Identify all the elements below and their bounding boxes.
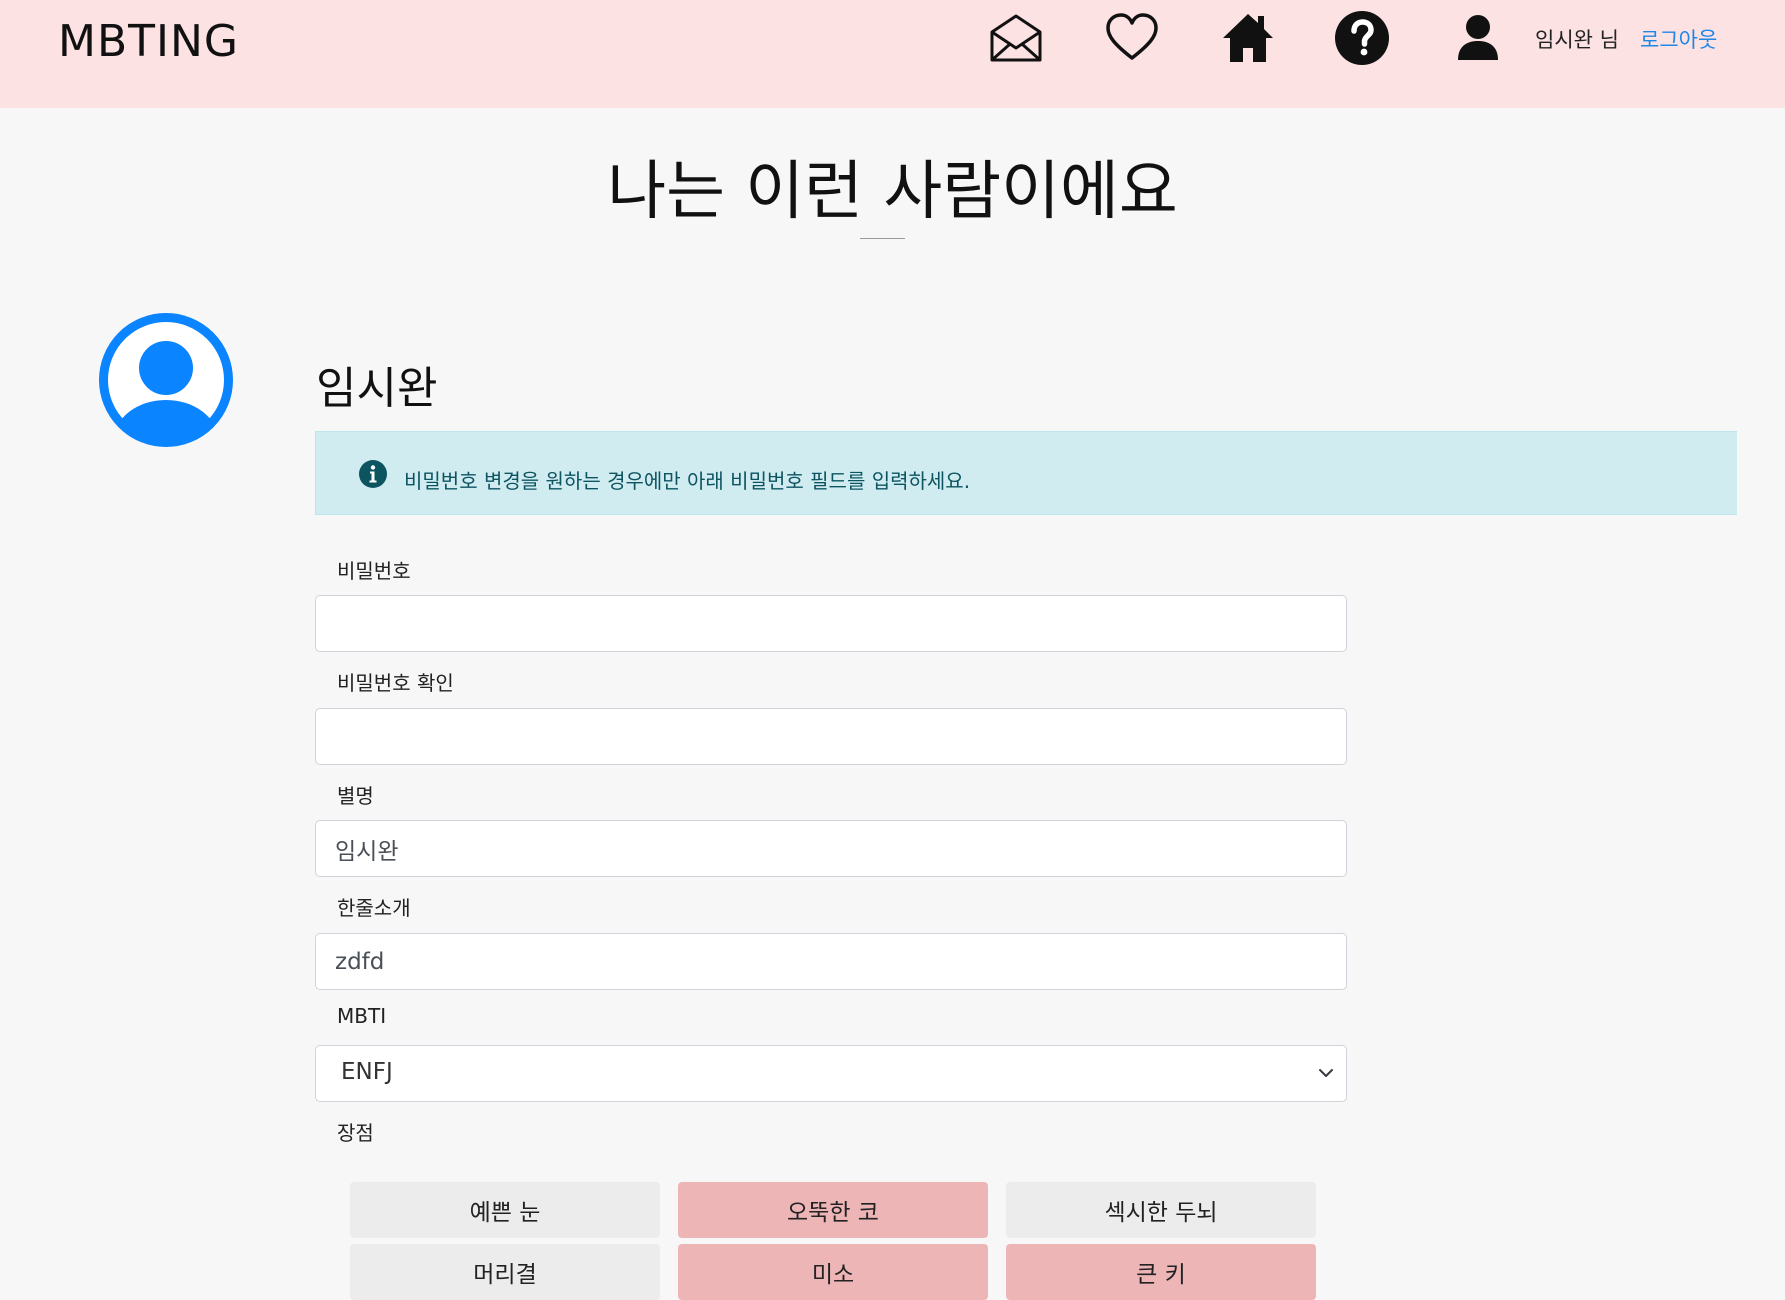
title-divider <box>860 238 905 239</box>
info-circle-icon <box>358 459 388 489</box>
brand-logo[interactable]: MBTING <box>58 16 239 67</box>
page-title: 나는 이런 사람이에요 <box>607 155 1178 229</box>
strength-chip[interactable]: 오뚝한 코 <box>678 1182 988 1238</box>
chevron-down-icon <box>1318 1065 1334 1081</box>
intro-label: 한줄소개 <box>337 896 411 920</box>
password-confirm-input[interactable] <box>315 708 1347 765</box>
password-confirm-label: 비밀번호 확인 <box>337 671 454 695</box>
strength-chip[interactable]: 머리결 <box>350 1244 660 1300</box>
profile-name: 임시완 <box>316 363 438 414</box>
top-navbar: MBTING 임시완 님 로그아웃 <box>0 0 1785 108</box>
profile-avatar-icon <box>98 312 234 448</box>
strength-chip[interactable]: 큰 키 <box>1006 1244 1316 1300</box>
help-question-icon[interactable] <box>1334 10 1390 66</box>
strength-chip-label: 머리결 <box>473 1262 537 1288</box>
alert-message: 비밀번호 변경을 원하는 경우에만 아래 비밀번호 필드를 입력하세요. <box>404 469 971 493</box>
envelope-open-icon[interactable] <box>988 10 1044 66</box>
mbti-selected-value: ENFJ <box>341 1059 393 1085</box>
password-input[interactable] <box>315 595 1347 652</box>
strength-chip[interactable]: 예쁜 눈 <box>350 1182 660 1238</box>
logged-in-user-name: 임시완 님 <box>1535 28 1619 52</box>
password-label: 비밀번호 <box>337 559 411 583</box>
mbti-label: MBTI <box>337 1004 387 1028</box>
nickname-label: 별명 <box>337 784 374 808</box>
strength-chip-label: 오뚝한 코 <box>787 1200 879 1226</box>
nickname-input[interactable] <box>315 820 1347 877</box>
strength-chip[interactable]: 미소 <box>678 1244 988 1300</box>
mbti-select[interactable]: ENFJ <box>315 1045 1347 1102</box>
heart-icon[interactable] <box>1104 10 1160 66</box>
strength-chip-label: 섹시한 두뇌 <box>1104 1200 1218 1226</box>
strength-chip[interactable]: 섹시한 두뇌 <box>1006 1182 1316 1238</box>
strengths-label: 장점 <box>337 1121 374 1145</box>
strength-chip-label: 큰 키 <box>1136 1262 1186 1288</box>
password-info-alert: 비밀번호 변경을 원하는 경우에만 아래 비밀번호 필드를 입력하세요. <box>315 431 1737 515</box>
intro-input[interactable] <box>315 933 1347 990</box>
logout-link[interactable]: 로그아웃 <box>1640 24 1717 54</box>
user-icon[interactable] <box>1450 10 1506 66</box>
home-icon[interactable] <box>1220 10 1276 66</box>
strength-chip-label: 예쁜 눈 <box>469 1200 541 1226</box>
strength-chip-label: 미소 <box>811 1262 855 1288</box>
